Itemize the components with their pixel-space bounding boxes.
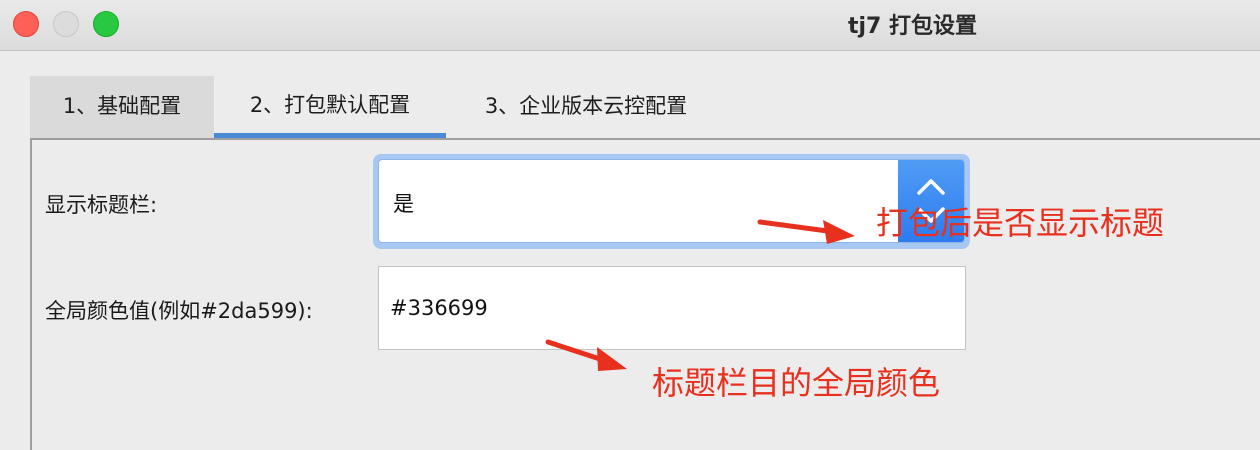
tab-bar: 1、基础配置 2、打包默认配置 3、企业版本云控配置 [30, 76, 1260, 138]
show-title-bar-select-value: 是 [393, 192, 414, 216]
global-color-input[interactable] [379, 267, 965, 349]
global-color-field[interactable] [378, 266, 966, 350]
tab-basic-config[interactable]: 1、基础配置 [30, 76, 214, 138]
window-title: tj7 打包设置 [848, 14, 978, 39]
minimize-window-button[interactable] [53, 11, 79, 37]
close-window-button[interactable] [13, 11, 39, 37]
title-bar: tj7 打包设置 [0, 0, 1260, 51]
tab-package-default-config[interactable]: 2、打包默认配置 [214, 76, 446, 138]
tab-enterprise-cloud-config[interactable]: 3、企业版本云控配置 [446, 76, 726, 138]
global-color-label: 全局颜色值(例如#2da599): [45, 299, 313, 323]
annotation-arrow-icon [545, 339, 627, 371]
annotation-arrow-icon [757, 219, 855, 244]
show-title-bar-label: 显示标题栏: [45, 193, 158, 217]
maximize-window-button[interactable] [93, 11, 119, 37]
annotation-global-color: 标题栏目的全局颜色 [652, 364, 941, 402]
annotation-show-title: 打包后是否显示标题 [876, 204, 1165, 242]
settings-window: tj7 打包设置 1、基础配置 2、打包默认配置 3、企业版本云控配置 显示标题… [0, 0, 1260, 450]
